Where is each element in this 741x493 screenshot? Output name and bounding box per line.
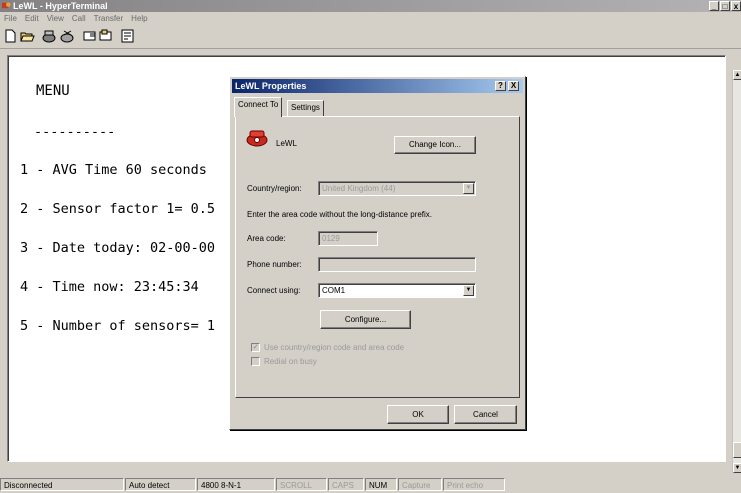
area-code-hint: Enter the area code without the long-dis… xyxy=(247,210,432,219)
title-bar: LeWL - HyperTerminal _ □ x xyxy=(0,0,741,12)
menu-transfer[interactable]: Transfer xyxy=(90,13,128,25)
chevron-down-icon[interactable]: ▼ xyxy=(463,285,474,296)
maximize-button[interactable]: □ xyxy=(720,1,730,11)
connection-phone-icon xyxy=(246,130,268,147)
redial-label: Redial on busy xyxy=(264,357,317,366)
status-capture: Capture xyxy=(398,478,442,491)
status-num: NUM xyxy=(365,478,397,491)
country-select[interactable]: United Kingdom (44) ▼ xyxy=(318,181,476,196)
country-label: Country/region: xyxy=(247,184,302,193)
tab-settings[interactable]: Settings xyxy=(287,100,324,116)
status-scroll: SCROLL xyxy=(276,478,327,491)
status-settings: 4800 8-N-1 xyxy=(197,478,275,491)
disconnect-icon[interactable] xyxy=(60,29,75,43)
scroll-thumb[interactable] xyxy=(733,442,741,458)
new-icon[interactable] xyxy=(3,29,18,43)
dialog-close-button[interactable]: X xyxy=(508,81,519,91)
open-icon[interactable] xyxy=(20,29,35,43)
properties-icon[interactable] xyxy=(120,29,135,43)
phone-number-field[interactable] xyxy=(318,257,476,272)
hyperterminal-icon xyxy=(2,2,11,9)
terminal-line: 5 - Number of sensors= 1 xyxy=(20,318,216,334)
connect-using-value: COM1 xyxy=(322,286,346,295)
chevron-down-icon: ▼ xyxy=(463,183,474,194)
ok-button[interactable]: OK xyxy=(387,405,449,424)
status-detect: Auto detect xyxy=(125,478,196,491)
toolbar xyxy=(0,26,741,49)
terminal-heading: MENU xyxy=(36,83,70,99)
cancel-button[interactable]: Cancel xyxy=(454,405,517,424)
menu-edit[interactable]: Edit xyxy=(21,13,43,25)
scroll-up-arrow-icon[interactable]: ▲ xyxy=(733,70,741,80)
menu-view[interactable]: View xyxy=(43,13,68,25)
close-button[interactable]: x xyxy=(731,1,741,11)
help-button[interactable]: ? xyxy=(495,81,506,91)
menu-bar: File Edit View Call Transfer Help xyxy=(0,13,152,25)
status-connection: Disconnected xyxy=(0,478,124,491)
call-icon[interactable] xyxy=(42,29,57,43)
status-bar: Disconnected Auto detect 4800 8-N-1 SCRO… xyxy=(0,478,741,493)
terminal-line: 1 - AVG Time 60 seconds xyxy=(20,162,207,178)
menu-help[interactable]: Help xyxy=(127,13,151,25)
status-print-echo: Print echo xyxy=(443,478,505,491)
menu-file[interactable]: File xyxy=(0,13,21,25)
terminal-line: 3 - Date today: 02-00-00 xyxy=(20,240,216,256)
use-country-checkbox[interactable]: ✓ xyxy=(251,343,260,352)
terminal-line: 4 - Time now: 23:45:34 xyxy=(20,279,199,295)
tab-connect-to[interactable]: Connect To xyxy=(234,97,283,117)
area-code-field[interactable]: 0129 xyxy=(318,231,378,246)
terminal-line: 2 - Sensor factor 1= 0.5 xyxy=(20,201,216,217)
connect-using-select[interactable]: COM1 ▼ xyxy=(318,283,476,298)
terminal-line: ---------- xyxy=(34,124,116,140)
status-caps: CAPS xyxy=(328,478,364,491)
send-icon[interactable] xyxy=(82,29,97,43)
terminal-output: ---------- 1 - AVG Time 60 seconds 2 - S… xyxy=(20,100,215,359)
configure-button[interactable]: Configure... xyxy=(320,310,411,329)
country-value: United Kingdom (44) xyxy=(322,184,396,193)
use-country-label: Use country/region code and area code xyxy=(264,343,405,352)
change-icon-button[interactable]: Change Icon... xyxy=(394,136,476,154)
menu-call[interactable]: Call xyxy=(68,13,90,25)
properties-dialog: LeWL Properties ? X Connect To Settings … xyxy=(229,76,526,430)
scroll-down-arrow-icon[interactable]: ▼ xyxy=(733,463,741,473)
phone-number-label: Phone number: xyxy=(247,260,302,269)
redial-checkbox[interactable] xyxy=(251,357,260,366)
connection-name: LeWL xyxy=(276,139,297,148)
connect-to-panel: LeWL Change Icon... Country/region: Unit… xyxy=(235,116,520,398)
window-title: LeWL - HyperTerminal xyxy=(13,1,108,11)
minimize-button[interactable]: _ xyxy=(709,1,719,11)
receive-icon[interactable] xyxy=(98,29,113,43)
connect-using-label: Connect using: xyxy=(247,286,301,295)
vertical-scrollbar[interactable]: ▲ ▼ xyxy=(732,70,741,473)
dialog-title-bar: LeWL Properties ? X xyxy=(232,79,523,93)
area-code-label: Area code: xyxy=(247,234,286,243)
dialog-title: LeWL Properties xyxy=(235,81,307,91)
